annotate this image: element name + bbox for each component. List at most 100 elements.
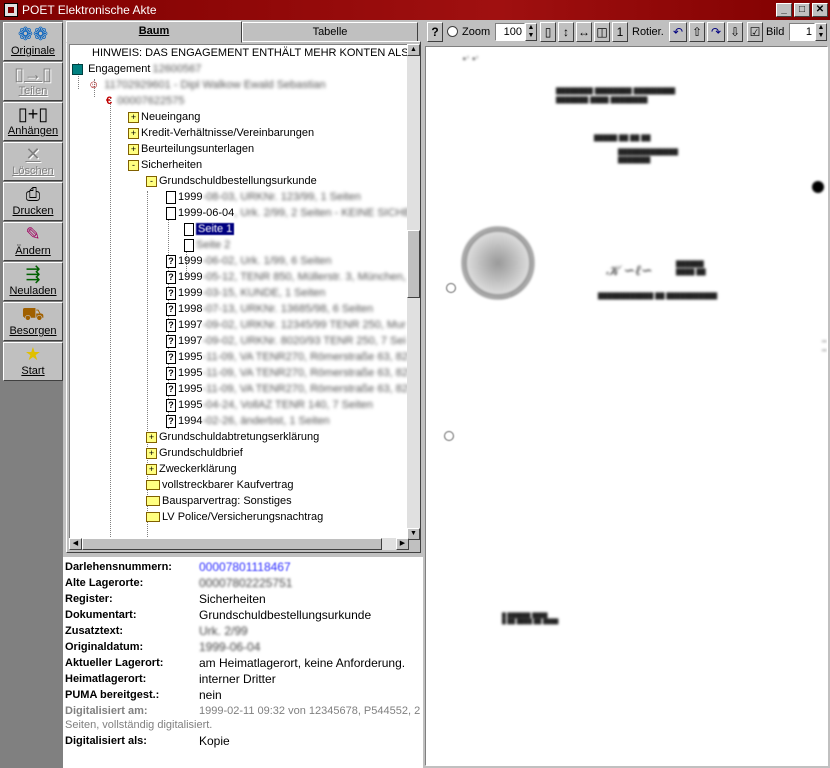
tree-folder-lv-police[interactable]: LV Police/Versicherungsnachtrag [146, 509, 323, 525]
punch-hole [446, 283, 456, 293]
document-icon [166, 206, 176, 220]
page-label: Bild [766, 26, 785, 38]
page-input[interactable]: 1 [789, 23, 815, 41]
scroll-thumb[interactable] [82, 538, 382, 550]
tree-doc[interactable]: ? 1997-09-02, URKNr. 12345/99 TENR 250, M… [166, 317, 406, 333]
tree-doc[interactable]: ? 1999-03-15, KUNDE, 1 Seiten [166, 285, 325, 301]
tree-doc[interactable]: ? 1994-02-26, änderbst, 1 Seiten [166, 413, 330, 429]
expand-icon: + [146, 463, 157, 475]
page-spinner[interactable]: ▲ ▼ [815, 23, 827, 41]
anhaengen-button[interactable]: ▯+▯ Anhängen [3, 102, 63, 141]
collapse-icon: - [146, 175, 157, 187]
folder-icon [146, 480, 160, 491]
scroll-thumb[interactable] [407, 230, 420, 298]
edit-icon: ✎ [25, 224, 41, 244]
tree-folder-grundschuldbestellung[interactable]: - Grundschuldbestellungsurkunde [146, 173, 317, 189]
unknown-doc-icon: ? [166, 334, 176, 348]
tree-account[interactable]: € 00007622575 [106, 93, 184, 109]
help-button[interactable]: ? [427, 22, 443, 42]
tree-folder-bauspar[interactable]: Bausparvertrag: Sonstiges [146, 493, 292, 509]
tree-doc[interactable]: ? 1995-11-09, VA TENR270, Römerstraße 63,… [166, 349, 408, 365]
fit-height-icon[interactable]: ↕ [558, 22, 574, 42]
fetch-icon: ⛟ [21, 304, 45, 324]
tree-doc[interactable]: ? 1995-11-09, VA TENR270, Römerstraße 63,… [166, 365, 408, 381]
unknown-doc-icon: ? [166, 302, 176, 316]
tree-doc[interactable]: ? 1999-05-12, TENR 850, Müllerstr. 3, Mün… [166, 269, 406, 285]
tree-container: HINWEIS: DAS ENGAGEMENT ENTHÄLT MEHR KON… [66, 41, 421, 553]
tree-folder-brief[interactable]: + Grundschuldbrief [146, 445, 243, 461]
zoom-label: Zoom [462, 26, 491, 38]
rotate-left-icon[interactable]: ↶ [669, 22, 687, 42]
actual-size-icon[interactable]: 1 [612, 22, 628, 42]
left-toolbar: ❁❁ Originale ▯→▯ Teilen ▯+▯ Anhängen ✕ L… [0, 20, 63, 768]
tree-doc[interactable]: ? 1995-04-24, VollAZ TENR 140, 7 Seiten [166, 397, 373, 413]
reload-icon: ⇶ [25, 264, 41, 284]
fit-page-icon[interactable]: ▯ [540, 22, 556, 42]
person-icon: ☺ [88, 79, 100, 91]
tree-folder-abtretung[interactable]: + Grundschuldabtretungserklärung [146, 429, 319, 445]
tree-doc[interactable]: ? 1998-07-13, URKNr. 13685/98, 6 Seiten [166, 301, 373, 317]
unknown-doc-icon: ? [166, 318, 176, 332]
unknown-doc-icon: ? [166, 414, 176, 428]
tree-engagement[interactable]: Engagement 12600567 [72, 61, 201, 77]
scroll-up-icon[interactable]: ▲ [407, 44, 420, 56]
page-icon [184, 222, 194, 236]
document-viewer[interactable]: •' •' ████████ ████████ █████████ ███████… [425, 46, 828, 766]
zoom-input[interactable]: 100 [495, 23, 525, 41]
punch-hole [444, 431, 454, 441]
scroll-right-icon[interactable]: ▶ [396, 538, 409, 550]
fit-window-icon[interactable]: ◫ [594, 22, 610, 42]
document-details: Darlehensnummern: 00007801118467 Alte Lag… [63, 557, 423, 768]
tree-horizontal-scrollbar[interactable]: ◀ ▶ [69, 538, 409, 550]
tree-folder-beurteilung[interactable]: + Beurteilungsunterlagen [128, 141, 254, 157]
tree-customer[interactable]: ☺ 11702929601 - Dipl Walkow Ewald Sebast… [88, 77, 326, 93]
window-title: POET Elektronische Akte [22, 3, 157, 17]
tree-folder-sicherheiten[interactable]: - Sicherheiten [128, 157, 202, 173]
tree-folder-zweck[interactable]: + Zweckerklärung [146, 461, 237, 477]
tree-folder-neueingang[interactable]: + Neueingang [128, 109, 200, 125]
teilen-button[interactable]: ▯→▯ Teilen [3, 62, 63, 101]
loeschen-button[interactable]: ✕ Löschen [3, 142, 63, 181]
unknown-doc-icon: ? [166, 398, 176, 412]
tab-tabelle[interactable]: Tabelle [242, 22, 418, 42]
tree-doc[interactable]: ? 1995-11-09, VA TENR270, Römerstraße 63,… [166, 381, 408, 397]
app-icon [4, 3, 18, 17]
expand-icon: + [128, 127, 139, 139]
tree-vertical-scrollbar[interactable]: ▲ ▼ [407, 44, 420, 540]
tree-doc[interactable]: 1999-08-03, URKNr. 123/99, 1 Seiten [166, 189, 361, 205]
close-button[interactable]: ✕ [812, 3, 828, 17]
arrow-up-icon[interactable]: ⇧ [689, 22, 705, 42]
tree-folder-kredit[interactable]: + Kredit-Verhältnisse/Vereinbarungen [128, 125, 314, 141]
aendern-button[interactable]: ✎ Ändern [3, 222, 63, 261]
tab-strip: Baum Tabelle [66, 21, 421, 43]
tree-doc[interactable]: ? 1997-09-02, URKNr. 8020/93 TENR 250, 7 … [166, 333, 406, 349]
tree-doc[interactable]: ? 1999-06-02, Urk. 1/99, 6 Seiten [166, 253, 332, 269]
zoom-spinner[interactable]: ▲ ▼ [525, 23, 537, 41]
fit-width-icon[interactable]: ↔ [576, 22, 592, 42]
tree-folder-kaufvertrag[interactable]: vollstreckbarer Kaufvertrag [146, 477, 293, 493]
tree-page-2[interactable]: Seite 2 [184, 237, 230, 253]
scanned-page: •' •' ████████ ████████ █████████ ███████… [426, 47, 827, 765]
page-icon [184, 238, 194, 252]
tree-page-1[interactable]: Seite 1 [184, 221, 235, 237]
expand-icon: + [128, 111, 139, 123]
folder-icon [146, 512, 160, 523]
besorgen-button[interactable]: ⛟ Besorgen [3, 302, 63, 341]
unknown-doc-icon: ? [166, 382, 176, 396]
document-tree[interactable]: HINWEIS: DAS ENGAGEMENT ENTHÄLT MEHR KON… [69, 44, 409, 540]
tab-baum[interactable]: Baum [66, 21, 242, 43]
neuladen-button[interactable]: ⇶ Neuladen [3, 262, 63, 301]
maximize-button[interactable]: □ [794, 3, 810, 17]
printer-icon: ⎙ [25, 184, 41, 204]
scroll-left-icon[interactable]: ◀ [69, 538, 82, 550]
originale-button[interactable]: ❁❁ Originale [3, 22, 63, 61]
start-button[interactable]: ★ Start [3, 342, 63, 381]
originals-icon: ❁❁ [17, 24, 49, 44]
zoom-radio[interactable] [447, 26, 458, 37]
arrow-down-icon[interactable]: ⇩ [727, 22, 743, 42]
drucken-button[interactable]: ⎙ Drucken [3, 182, 63, 221]
rotate-right-icon[interactable]: ↷ [707, 22, 725, 42]
tree-doc[interactable]: 1999-06-04, Urk. 2/99, 2 Seiten - KEINE … [166, 205, 408, 221]
page-checkbox-icon[interactable]: ☑ [747, 22, 763, 42]
minimize-button[interactable]: _ [776, 3, 792, 17]
